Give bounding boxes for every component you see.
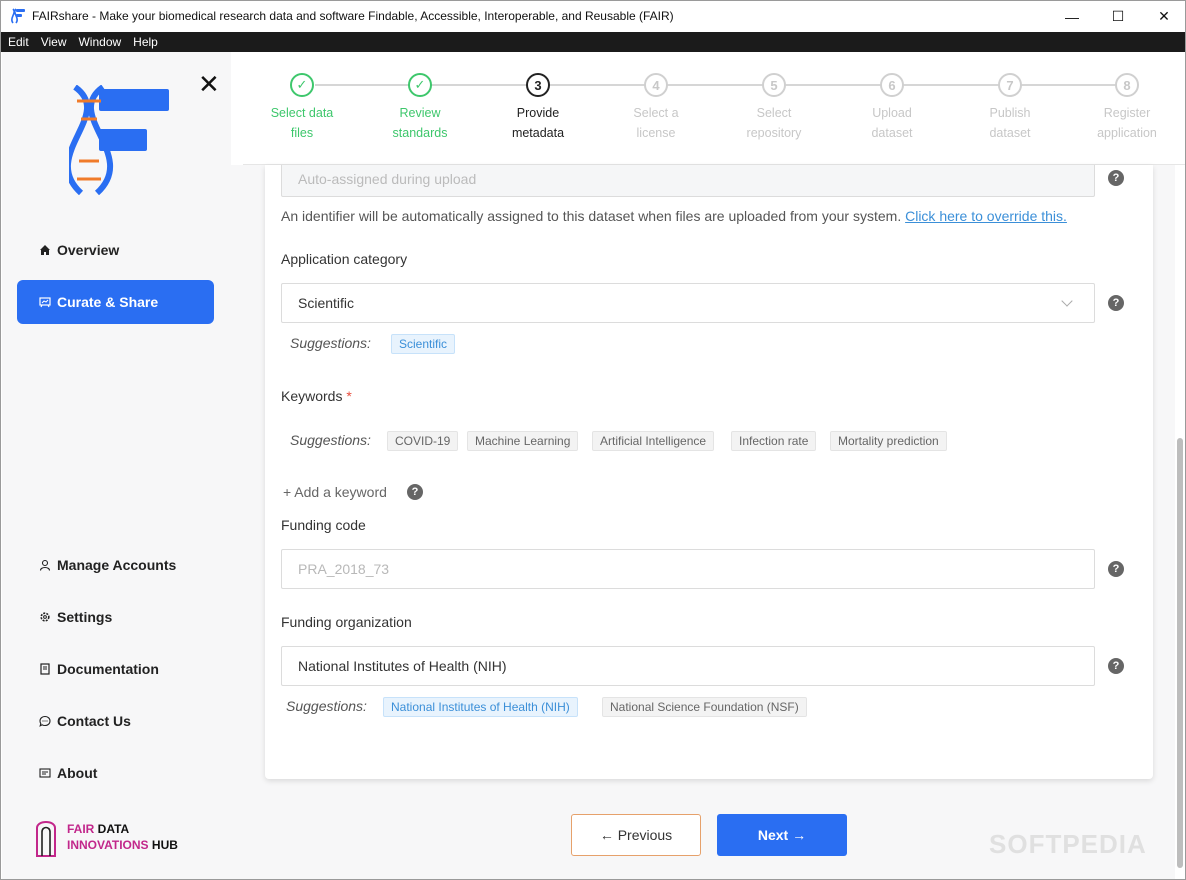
close-sidebar-icon[interactable]: ✕: [198, 71, 220, 97]
step-number: 4: [644, 73, 668, 97]
identifier-input: Auto-assigned during upload: [281, 165, 1095, 197]
gear-icon: [38, 610, 52, 624]
nav-contact-us[interactable]: Contact Us: [17, 699, 214, 743]
nav-label: Settings: [57, 609, 113, 625]
step-provide-metadata[interactable]: 3 Provide metadata: [483, 73, 593, 143]
step-number: 5: [762, 73, 786, 97]
suggestion-tag[interactable]: Machine Learning: [467, 431, 579, 451]
nav-curate-share[interactable]: Curate & Share: [17, 280, 214, 324]
nav-label: Contact Us: [57, 713, 131, 729]
funding-org-input[interactable]: National Institutes of Health (NIH): [281, 646, 1095, 686]
menu-help[interactable]: Help: [133, 35, 158, 49]
app-window: FAIRshare - Make your biomedical researc…: [0, 0, 1186, 880]
menu-window[interactable]: Window: [78, 35, 121, 49]
menu-view[interactable]: View: [41, 35, 67, 49]
home-icon: [38, 243, 52, 257]
funding-org-label: Funding organization: [281, 614, 412, 630]
nav-label: Documentation: [57, 661, 159, 677]
window-title: FAIRshare - Make your biomedical researc…: [32, 9, 674, 23]
suggestion-tag[interactable]: Infection rate: [731, 431, 817, 451]
nav-about[interactable]: About: [17, 751, 214, 795]
step-number: 7: [998, 73, 1022, 97]
nav-label: Overview: [57, 242, 120, 258]
title-bar: FAIRshare - Make your biomedical researc…: [1, 1, 1185, 32]
suggestion-tag[interactable]: Mortality prediction: [830, 431, 947, 451]
step-number: 6: [880, 73, 904, 97]
help-icon[interactable]: ?: [1108, 295, 1124, 311]
book-icon: [38, 662, 52, 676]
nav-manage-accounts[interactable]: Manage Accounts: [17, 543, 214, 587]
curate-icon: [38, 295, 52, 309]
suggestion-tag[interactable]: Artificial Intelligence: [592, 431, 715, 451]
add-keyword-button[interactable]: + Add a keyword: [283, 484, 387, 500]
identifier-info: An identifier will be automatically assi…: [281, 208, 1067, 224]
help-icon[interactable]: ?: [1108, 561, 1124, 577]
nav-label: Curate & Share: [57, 294, 159, 310]
step-register-application: 8 Register application: [1072, 73, 1182, 143]
suggestions-label: Suggestions:: [286, 698, 367, 714]
step-check-icon: ✓: [408, 73, 432, 97]
user-icon: [38, 558, 52, 572]
next-button[interactable]: Next →: [717, 814, 847, 856]
fairshare-logo: [69, 85, 169, 195]
close-window-button[interactable]: ✕: [1141, 1, 1185, 32]
required-mark: *: [346, 388, 352, 404]
menu-edit[interactable]: Edit: [8, 35, 29, 49]
suggestion-tag[interactable]: COVID-19: [387, 431, 459, 451]
step-select-license: 4 Select a license: [601, 73, 711, 143]
step-number: 8: [1115, 73, 1139, 97]
nav-documentation[interactable]: Documentation: [17, 647, 214, 691]
minimize-button[interactable]: —: [1049, 1, 1095, 32]
hub-name: FAIR DATA INNOVATIONS HUB: [67, 822, 178, 852]
maximize-button[interactable]: ☐: [1095, 1, 1141, 32]
nav-overview[interactable]: Overview: [17, 228, 214, 272]
help-icon[interactable]: ?: [1108, 170, 1124, 186]
help-icon[interactable]: ?: [1108, 658, 1124, 674]
app-category-select[interactable]: Scientific: [281, 283, 1095, 323]
info-card-icon: [38, 766, 52, 780]
override-identifier-link[interactable]: Click here to override this.: [905, 208, 1067, 224]
help-icon[interactable]: ?: [407, 484, 423, 500]
funding-code-input[interactable]: PRA_2018_73: [281, 549, 1095, 589]
funding-code-label: Funding code: [281, 517, 366, 533]
chat-icon: [38, 714, 52, 728]
watermark: SOFTPEDIA: [989, 829, 1147, 859]
app-category-label: Application category: [281, 251, 408, 267]
nav-label: Manage Accounts: [57, 557, 177, 573]
fairshare-app-icon: [11, 8, 25, 24]
step-review-standards[interactable]: ✓ Review standards: [365, 73, 475, 143]
keywords-label: Keywords *: [281, 388, 352, 404]
suggestions-label: Suggestions:: [290, 432, 371, 448]
suggestions-label: Suggestions:: [290, 335, 371, 351]
fair-data-hub-logo: [36, 821, 56, 857]
suggestion-tag[interactable]: Scientific: [391, 334, 456, 354]
progress-stepper: ✓ Select data files ✓ Review standards 3 P…: [231, 52, 1185, 164]
step-publish-dataset: 7 Publish dataset: [955, 73, 1065, 143]
suggestion-tag[interactable]: National Science Foundation (NSF): [602, 697, 807, 717]
nav-settings[interactable]: Settings: [17, 595, 214, 639]
step-check-icon: ✓: [290, 73, 314, 97]
metadata-form-card: Auto-assigned during upload ? An identif…: [265, 165, 1153, 779]
step-upload-dataset: 6 Upload dataset: [837, 73, 947, 143]
nav-label: About: [57, 765, 98, 781]
previous-button[interactable]: ← Previous: [571, 814, 701, 856]
step-select-repository: 5 Select repository: [719, 73, 829, 143]
step-select-data-files[interactable]: ✓ Select data files: [247, 73, 357, 143]
menu-bar: Edit View Window Help: [1, 32, 1185, 52]
suggestion-tag[interactable]: National Institutes of Health (NIH): [383, 697, 578, 717]
step-number: 3: [526, 73, 550, 97]
scrollbar-thumb[interactable]: [1177, 438, 1183, 868]
